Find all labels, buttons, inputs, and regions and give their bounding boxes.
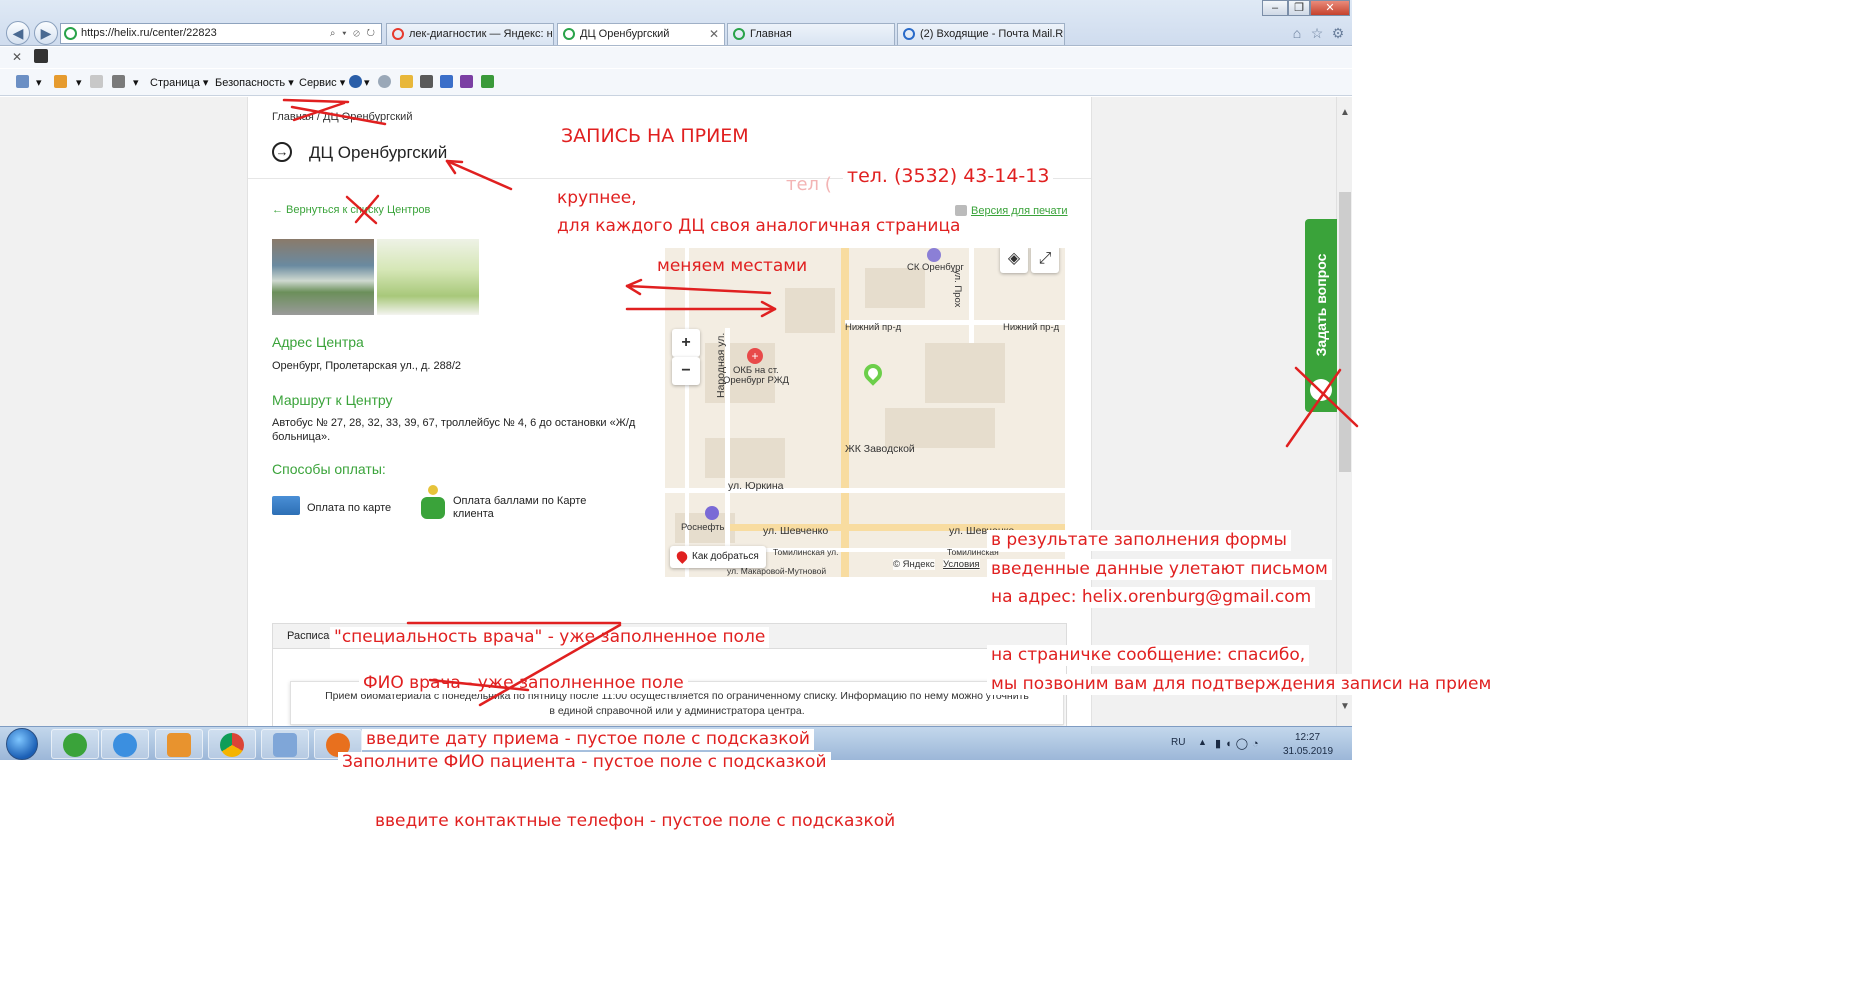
arrow-to-title [445,159,513,191]
strike-line [478,623,622,707]
annotation-strokes [282,98,1359,707]
strike-line [1285,368,1342,448]
strike-line [282,98,350,104]
strike-line [345,195,378,225]
strike-line [1294,366,1359,428]
arrow-left [625,284,772,295]
